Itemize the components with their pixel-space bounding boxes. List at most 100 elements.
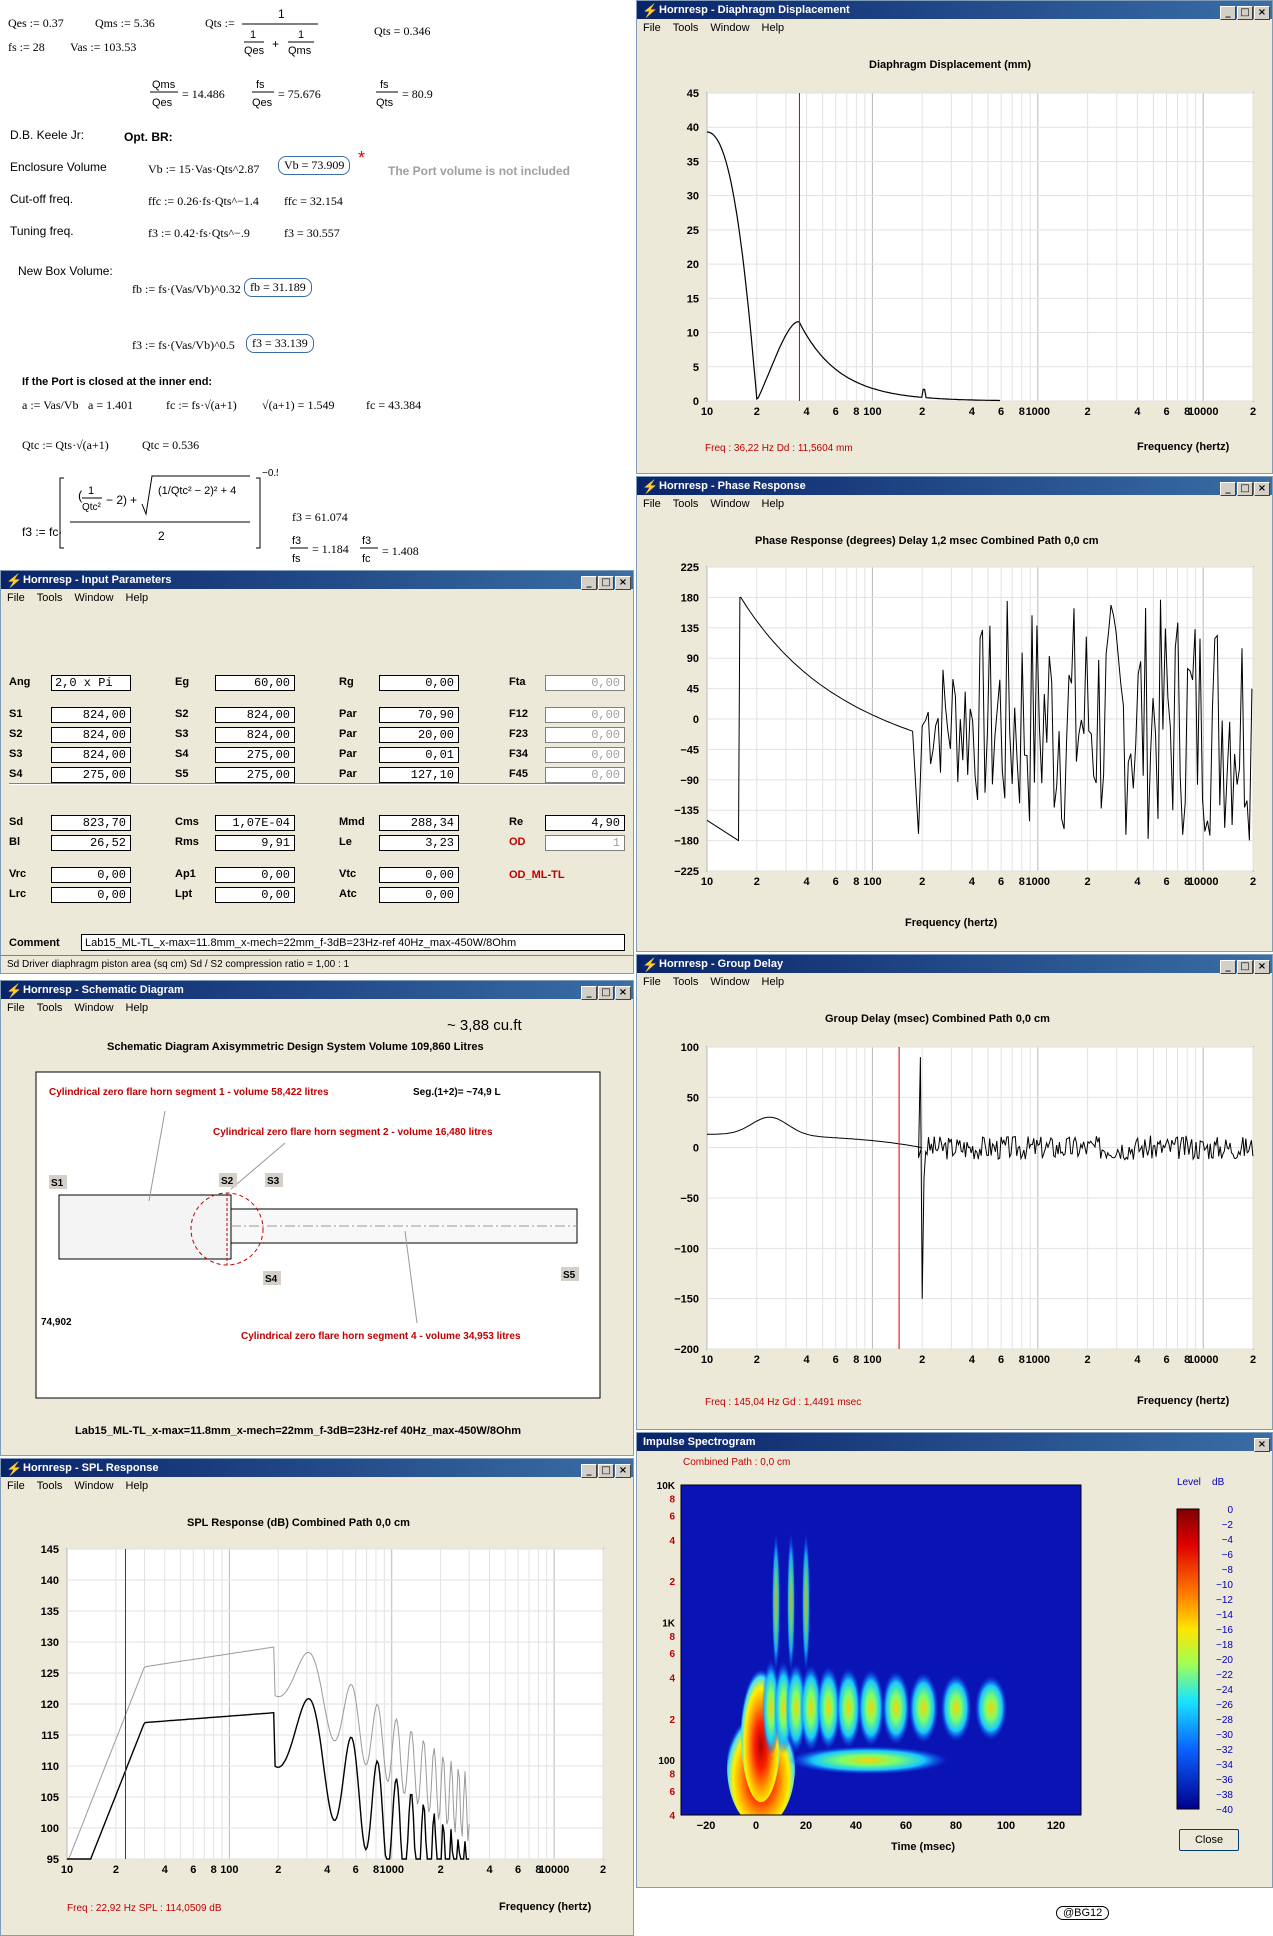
param-field-par[interactable]: 70,90 bbox=[379, 707, 459, 723]
param-field-fta[interactable]: 0,00 bbox=[545, 675, 625, 691]
param-field-f34[interactable]: 0,00 bbox=[545, 747, 625, 763]
input-titlebar[interactable]: ⚡ Hornresp - Input Parameters _ □ × bbox=[1, 571, 633, 590]
menu-window[interactable]: Window bbox=[74, 1002, 113, 1014]
ratio-fs-qes: = 75.676 bbox=[278, 87, 321, 101]
vas-def: Vas := 103.53 bbox=[70, 40, 137, 54]
spl-titlebar[interactable]: ⚡ Hornresp - SPL Response _ □ × bbox=[1, 1459, 633, 1478]
menu-file[interactable]: File bbox=[643, 976, 661, 988]
param-field-s2[interactable]: 824,00 bbox=[51, 727, 131, 743]
minimize-icon[interactable]: _ bbox=[581, 986, 597, 1000]
close-icon[interactable]: × bbox=[615, 1464, 631, 1478]
x-tick-label: 4 bbox=[969, 1354, 976, 1366]
param-field-s4[interactable]: 275,00 bbox=[215, 747, 295, 763]
schematic-titlebar[interactable]: ⚡ Hornresp - Schematic Diagram _ □ × bbox=[1, 981, 633, 1000]
param-field-s1[interactable]: 824,00 bbox=[51, 707, 131, 723]
menu-help[interactable]: Help bbox=[126, 592, 149, 604]
param-field-ang[interactable]: 2,0 x Pi bbox=[51, 675, 131, 691]
param-field-bl[interactable]: 26,52 bbox=[51, 835, 131, 851]
param-field-lpt[interactable]: 0,00 bbox=[215, 887, 295, 903]
menu-window[interactable]: Window bbox=[710, 976, 749, 988]
menu-help[interactable]: Help bbox=[762, 976, 785, 988]
svg-text:1: 1 bbox=[298, 29, 304, 41]
close-icon[interactable]: × bbox=[1254, 482, 1270, 496]
param-field-vrc[interactable]: 0,00 bbox=[51, 867, 131, 883]
param-label-par: Par bbox=[339, 708, 357, 720]
minimize-icon[interactable]: _ bbox=[1220, 6, 1236, 20]
group-titlebar[interactable]: ⚡ Hornresp - Group Delay _ □ × bbox=[637, 955, 1272, 974]
spl-chart[interactable]: 10 2 4 6 8 100 2 4 6 8 1000 2 4 6 810000 21451401351301… bbox=[1, 1537, 634, 1897]
param-field-vtc[interactable]: 0,00 bbox=[379, 867, 459, 883]
param-field-le[interactable]: 3,23 bbox=[379, 835, 459, 851]
minimize-icon[interactable]: _ bbox=[581, 1464, 597, 1478]
menu-help[interactable]: Help bbox=[126, 1480, 149, 1492]
menu-tools[interactable]: Tools bbox=[37, 1002, 63, 1014]
x-tick-label: 10 bbox=[61, 1864, 73, 1876]
maximize-icon[interactable]: □ bbox=[1237, 960, 1253, 974]
menu-file[interactable]: File bbox=[643, 498, 661, 510]
menu-help[interactable]: Help bbox=[762, 22, 785, 34]
param-field-s4[interactable]: 275,00 bbox=[51, 767, 131, 783]
param-field-cms[interactable]: 1,07E-04 bbox=[215, 815, 295, 831]
param-field-mmd[interactable]: 288,34 bbox=[379, 815, 459, 831]
menu-tools[interactable]: Tools bbox=[37, 592, 63, 604]
diaphragm-titlebar[interactable]: ⚡ Hornresp - Diaphragm Displacement _ □ × bbox=[637, 1, 1272, 20]
spectrogram-titlebar[interactable]: Impulse Spectrogram × bbox=[637, 1433, 1272, 1452]
diaphragm-chart[interactable]: 10 2 4 6 8 100 2 4 6 8 1000 2 4 6 810000 24540353025201… bbox=[637, 79, 1273, 439]
maximize-icon[interactable]: □ bbox=[1237, 6, 1253, 20]
param-field-eg[interactable]: 60,00 bbox=[215, 675, 295, 691]
spectrogram-chart[interactable]: 10K 8 6 4 2 1K 8 6 4 2 100 8 6 4 −20 0 20 40 60 80 100 120 0 −2… bbox=[637, 1469, 1273, 1849]
menu-help[interactable]: Help bbox=[126, 1002, 149, 1014]
close-button[interactable]: Close bbox=[1179, 1829, 1239, 1851]
param-label-s3: S3 bbox=[9, 748, 23, 760]
param-field-rg[interactable]: 0,00 bbox=[379, 675, 459, 691]
param-field-f45[interactable]: 0,00 bbox=[545, 767, 625, 783]
param-field-f23[interactable]: 0,00 bbox=[545, 727, 625, 743]
menu-window[interactable]: Window bbox=[74, 592, 113, 604]
close-icon[interactable]: × bbox=[615, 576, 631, 590]
param-field-f12[interactable]: 0,00 bbox=[545, 707, 625, 723]
close-icon[interactable]: × bbox=[1254, 6, 1270, 20]
comment-field[interactable]: Lab15_ML-TL_x-max=11.8mm_x-mech=22mm_f-3… bbox=[81, 934, 625, 951]
menu-file[interactable]: File bbox=[7, 1002, 25, 1014]
minimize-icon[interactable]: _ bbox=[1220, 482, 1236, 496]
menu-window[interactable]: Window bbox=[710, 22, 749, 34]
menu-tools[interactable]: Tools bbox=[673, 22, 699, 34]
maximize-icon[interactable]: □ bbox=[598, 576, 614, 590]
group-delay-chart[interactable]: 10 2 4 6 8 100 2 4 6 8 1000 2 4 6 810000 2100500−50−100… bbox=[637, 1033, 1273, 1393]
minimize-icon[interactable]: _ bbox=[581, 576, 597, 590]
menu-tools[interactable]: Tools bbox=[37, 1480, 63, 1492]
maximize-icon[interactable]: □ bbox=[598, 1464, 614, 1478]
param-field-ap1[interactable]: 0,00 bbox=[215, 867, 295, 883]
close-icon[interactable]: × bbox=[615, 986, 631, 1000]
param-field-re[interactable]: 4,90 bbox=[545, 815, 625, 831]
close-icon[interactable]: × bbox=[1254, 960, 1270, 974]
param-field-s3[interactable]: 824,00 bbox=[215, 727, 295, 743]
param-field-s5[interactable]: 275,00 bbox=[215, 767, 295, 783]
param-field-par[interactable]: 20,00 bbox=[379, 727, 459, 743]
menu-window[interactable]: Window bbox=[710, 498, 749, 510]
menu-help[interactable]: Help bbox=[762, 498, 785, 510]
minimize-icon[interactable]: _ bbox=[1220, 960, 1236, 974]
param-field-sd[interactable]: 823,70 bbox=[51, 815, 131, 831]
phase-chart[interactable]: 10 2 4 6 8 100 2 4 6 8 1000 2 4 6 810000 22251801359045… bbox=[637, 555, 1273, 913]
param-field-rms[interactable]: 9,91 bbox=[215, 835, 295, 851]
param-field-od[interactable]: 1 bbox=[545, 835, 625, 851]
param-field-lrc[interactable]: 0,00 bbox=[51, 887, 131, 903]
menu-file[interactable]: File bbox=[643, 22, 661, 34]
menu-window[interactable]: Window bbox=[74, 1480, 113, 1492]
param-field-par[interactable]: 127,10 bbox=[379, 767, 459, 783]
param-field-s2[interactable]: 824,00 bbox=[215, 707, 295, 723]
level-colorbar bbox=[1176, 1508, 1200, 1810]
menu-file[interactable]: File bbox=[7, 1480, 25, 1492]
phase-titlebar[interactable]: ⚡ Hornresp - Phase Response _ □ × bbox=[637, 477, 1272, 496]
maximize-icon[interactable]: □ bbox=[598, 986, 614, 1000]
menu-tools[interactable]: Tools bbox=[673, 498, 699, 510]
menu-tools[interactable]: Tools bbox=[673, 976, 699, 988]
param-field-atc[interactable]: 0,00 bbox=[379, 887, 459, 903]
close-icon[interactable]: × bbox=[1254, 1438, 1270, 1452]
param-field-par[interactable]: 0,01 bbox=[379, 747, 459, 763]
menu-file[interactable]: File bbox=[7, 592, 25, 604]
param-field-s3[interactable]: 824,00 bbox=[51, 747, 131, 763]
maximize-icon[interactable]: □ bbox=[1237, 482, 1253, 496]
f3-closed-formula: f3 := fc· −0.5 ( 1 Qtc² − 2) + (1/Qtc² −… bbox=[22, 468, 278, 549]
